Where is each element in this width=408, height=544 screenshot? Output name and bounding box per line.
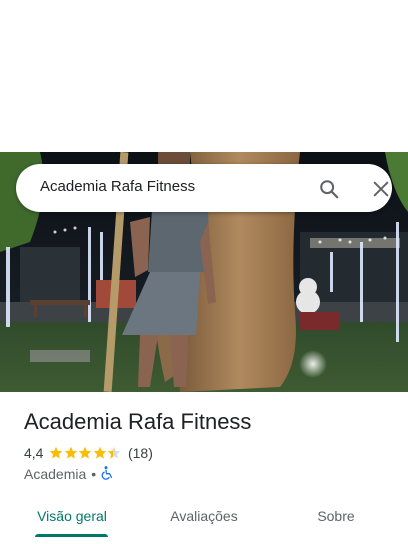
close-icon[interactable] <box>368 176 394 202</box>
rating-row[interactable]: 4,4 (18) <box>24 444 153 462</box>
star-icon <box>93 446 107 459</box>
star-icon <box>64 446 78 459</box>
tab-overview[interactable]: Visão geral <box>24 496 120 536</box>
star-icon <box>50 446 63 459</box>
rating-value: 4,4 <box>24 445 44 461</box>
map-blank-area <box>0 0 408 152</box>
place-title: Academia Rafa Fitness <box>24 409 252 434</box>
search-icon[interactable] <box>316 176 342 202</box>
active-tab-indicator <box>35 534 108 537</box>
separator-dot: • <box>91 466 97 482</box>
tab-bar: Visão geral Avaliações Sobre <box>0 496 408 544</box>
review-count[interactable]: (18) <box>128 445 153 461</box>
search-input[interactable]: Academia Rafa Fitness <box>40 178 195 195</box>
category-row: Academia • <box>24 465 114 483</box>
tab-reviews[interactable]: Avaliações <box>156 496 252 536</box>
star-icon <box>79 446 92 459</box>
search-bar[interactable]: Academia Rafa Fitness <box>16 164 392 212</box>
wheelchair-icon[interactable] <box>101 465 114 483</box>
rating-stars <box>49 446 122 460</box>
tab-about[interactable]: Sobre <box>288 496 384 536</box>
place-category[interactable]: Academia <box>24 466 86 482</box>
star-icon <box>108 446 121 459</box>
